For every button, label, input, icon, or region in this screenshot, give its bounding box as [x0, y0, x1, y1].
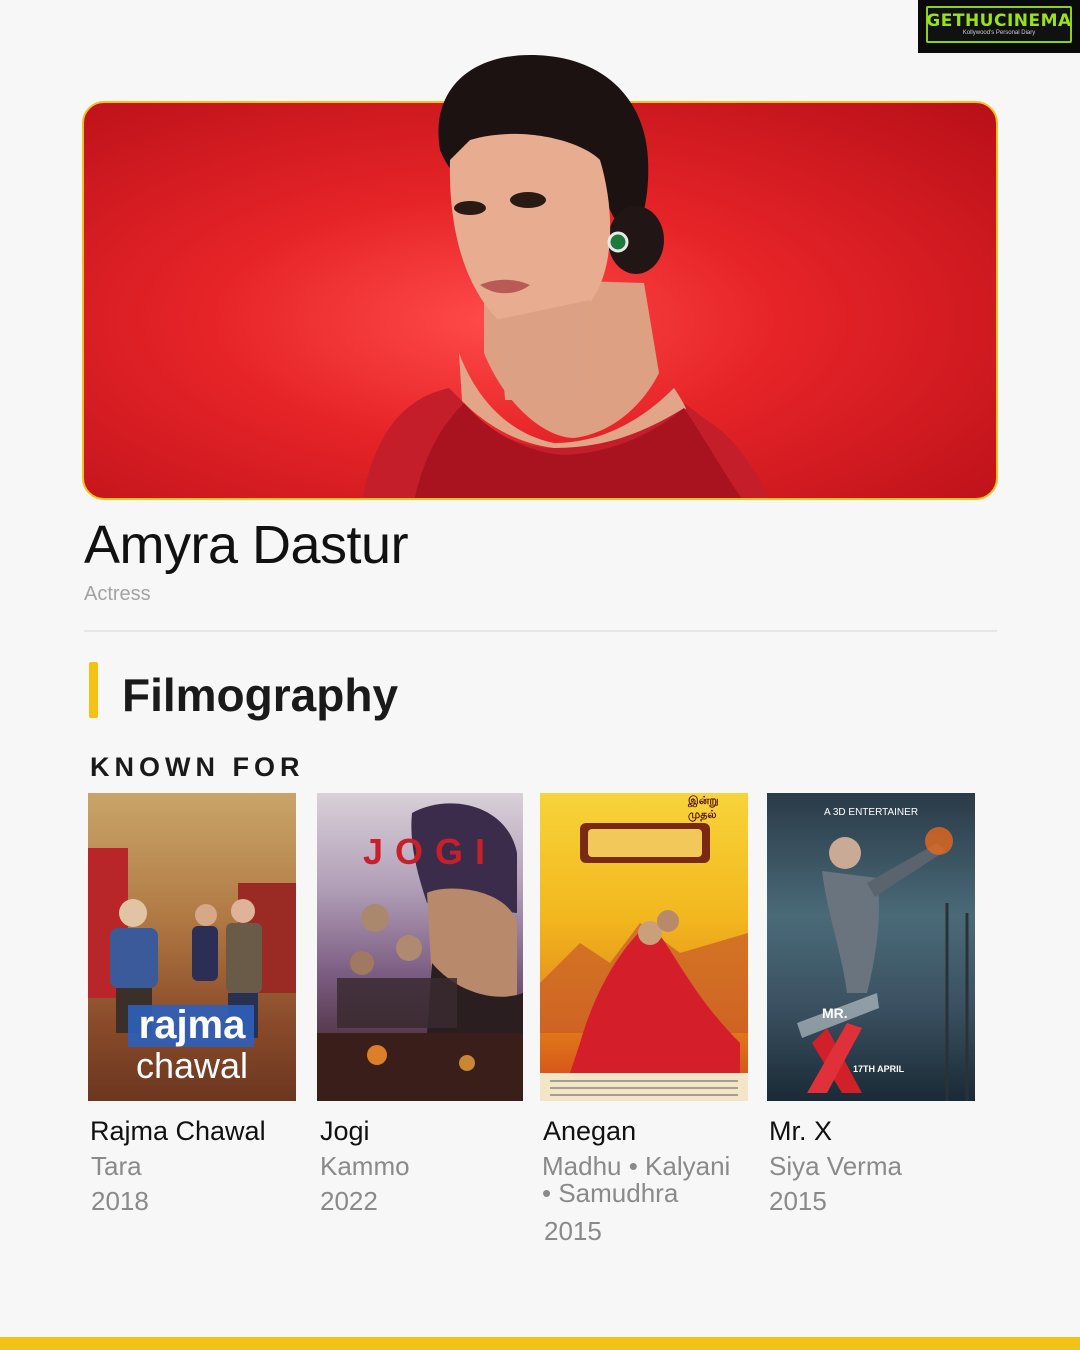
poster-tagline: A 3D ENTERTAINER	[823, 807, 919, 818]
film-year: 2022	[320, 1186, 378, 1216]
film-card-mr-x[interactable]: A 3D ENTERTAINER 17TH APRIL MR. Mr. X Si…	[767, 793, 975, 1216]
film-year: 2015	[544, 1216, 602, 1246]
film-role-line-1: Madhu • Kalyani	[542, 1151, 731, 1181]
section-accent-bar	[89, 662, 98, 718]
film-poster[interactable]: A 3D ENTERTAINER 17TH APRIL MR.	[767, 793, 975, 1101]
poster-logo-text: rajma	[138, 1003, 246, 1047]
film-title[interactable]: Mr. X	[769, 1116, 832, 1147]
film-card-jogi[interactable]: JOGI Jogi Kammo 2022	[317, 793, 523, 1216]
film-role: Madhu • Kalyani • Samudhra	[542, 1153, 762, 1207]
film-title[interactable]: Jogi	[320, 1116, 370, 1147]
poster-title-text: JOGI	[363, 831, 498, 872]
poster-logo-subtext: chawal	[135, 1045, 249, 1086]
film-role: Siya Verma	[769, 1151, 902, 1181]
film-role: Kammo	[320, 1151, 410, 1181]
bottom-accent-bar	[0, 1337, 1080, 1350]
film-role-line-2: • Samudhra	[542, 1178, 679, 1208]
hero-card	[82, 101, 998, 500]
film-title[interactable]: Anegan	[543, 1116, 636, 1147]
film-poster[interactable]: JOGI	[317, 793, 523, 1101]
profile-role: Actress	[84, 583, 151, 605]
film-card-rajma-chawal[interactable]: rajma chawal Rajma Chawal Tara 2018	[88, 793, 296, 1216]
film-poster[interactable]: இன்று முதல்	[540, 793, 748, 1101]
brand-logo: GETHUCINEMA Kollywood's Personal Diary	[918, 0, 1080, 53]
profile-portrait	[362, 278, 768, 498]
film-title[interactable]: Rajma Chawal	[90, 1116, 266, 1147]
poster-art	[797, 827, 969, 1101]
brand-tagline: Kollywood's Personal Diary	[962, 30, 1036, 36]
poster-logo-text: MR.	[822, 1005, 848, 1021]
known-for-heading: KNOWN FOR	[90, 752, 305, 782]
brand-logo-text: GETHUCINEMA	[926, 11, 1072, 31]
profile-name: Amyra Dastur	[84, 515, 409, 575]
divider	[84, 630, 997, 632]
film-poster[interactable]: rajma chawal	[88, 793, 296, 1101]
section-title: Filmography	[122, 669, 399, 721]
film-year: 2015	[769, 1186, 827, 1216]
film-role: Tara	[91, 1151, 142, 1181]
poster-tagline: இன்று முதல்	[688, 795, 719, 821]
film-card-anegan[interactable]: இன்று முதல் Anegan Madhu • Kalyani • Sam…	[540, 793, 748, 1246]
poster-art	[540, 823, 748, 1101]
poster-release-date: 17TH APRIL	[853, 1064, 905, 1074]
film-year: 2018	[91, 1186, 149, 1216]
